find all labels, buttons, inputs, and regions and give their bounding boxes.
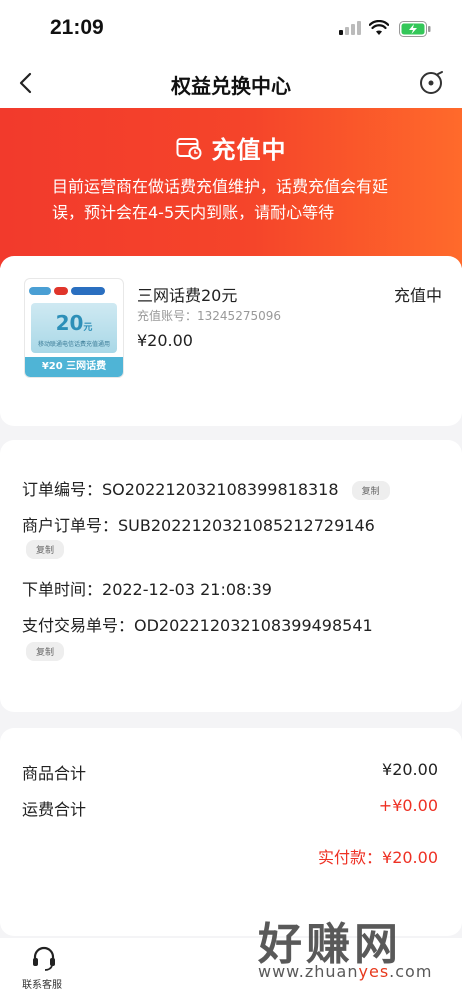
totals-card: 商品合计 ¥20.00 运费合计 +¥0.00 实付款：¥20.00 (0, 728, 462, 936)
goods-total-label: 商品合计 (22, 764, 87, 783)
copy-order-number-button[interactable]: 复制 (351, 481, 390, 500)
wifi-icon (369, 20, 389, 35)
product-status: 充值中 (393, 286, 442, 305)
nav-bar: 权益兑换中心 (0, 58, 462, 108)
goods-total-value: ¥20.00 (382, 760, 438, 779)
china-unicom-logo-icon (54, 287, 68, 295)
order-time: 2022-12-03 21:08:39 (102, 580, 272, 599)
status-time: 21:09 (50, 16, 104, 39)
thumbnail-caption: ¥20 三网话费 (25, 357, 123, 377)
thumbnail-subtitle: 移动联通电信话费充值通用 (37, 341, 110, 348)
product-name: 三网话费20元 (137, 286, 238, 305)
shipping-total-value: +¥0.00 (378, 796, 438, 815)
wallet-clock-icon (176, 137, 201, 159)
close-mini-program-icon[interactable] (418, 70, 444, 96)
order-time-row: 下单时间：2022-12-03 21:08:39 (22, 580, 272, 599)
contact-service-button[interactable]: 联系客服 (22, 976, 62, 991)
order-number: SO202212032108399818318 (102, 480, 339, 499)
product-thumbnail: 20元 移动联通电信话费充值通用 ¥20 三网话费 (24, 278, 124, 378)
product-price: ¥20.00 (137, 331, 193, 350)
status-header: 充值中 目前运营商在做话费充值维护，话费充值会有延误，预计会在4-5天内到账，请… (0, 108, 462, 268)
status-title-row: 充值中 (0, 130, 462, 165)
recharge-notice: 目前运营商在做话费充值维护，话费充值会有延误，预计会在4-5天内到账，请耐心等待 (52, 177, 389, 222)
recharge-account: 充值账号：13245275096 (137, 309, 281, 323)
customer-service-headset-icon[interactable] (30, 944, 58, 972)
china-mobile-logo-icon (29, 287, 51, 295)
amount-paid: 实付款：¥20.00 (318, 848, 438, 867)
payment-transaction-number: OD202212032108399498541 (134, 616, 373, 635)
product-card: 20元 移动联通电信话费充值通用 ¥20 三网话费 三网话费20元 充值中 充值… (0, 256, 462, 426)
thumbnail-amount-panel: 20元 移动联通电信话费充值通用 (31, 303, 117, 353)
merchant-order-number: SUB2022120321085212729146 (118, 516, 375, 535)
cellular-signal-icon (339, 21, 361, 35)
watermark-url: www.zhuanyes.com (258, 962, 433, 981)
recharge-status-title: 充值中 (211, 136, 287, 164)
shipping-total-label: 运费合计 (22, 800, 87, 819)
china-telecom-logo-icon (71, 287, 105, 295)
merchant-order-row: 商户订单号：SUB2022120321085212729146 (22, 516, 375, 535)
order-info-card: 订单编号：SO202212032108399818318 复制 商户订单号：SU… (0, 440, 462, 712)
battery-charging-icon (399, 21, 431, 37)
payment-transaction-row: 支付交易单号：OD202212032108399498541 (22, 616, 373, 635)
carrier-logos (29, 283, 119, 299)
page-title: 权益兑换中心 (171, 74, 291, 98)
copy-payment-number-button[interactable]: 复制 (26, 642, 65, 661)
order-number-row: 订单编号：SO202212032108399818318 复制 (22, 476, 390, 500)
copy-merchant-order-button[interactable]: 复制 (26, 540, 65, 559)
thumbnail-amount: 20元 (55, 311, 93, 335)
status-bar: 21:09 (0, 0, 462, 58)
